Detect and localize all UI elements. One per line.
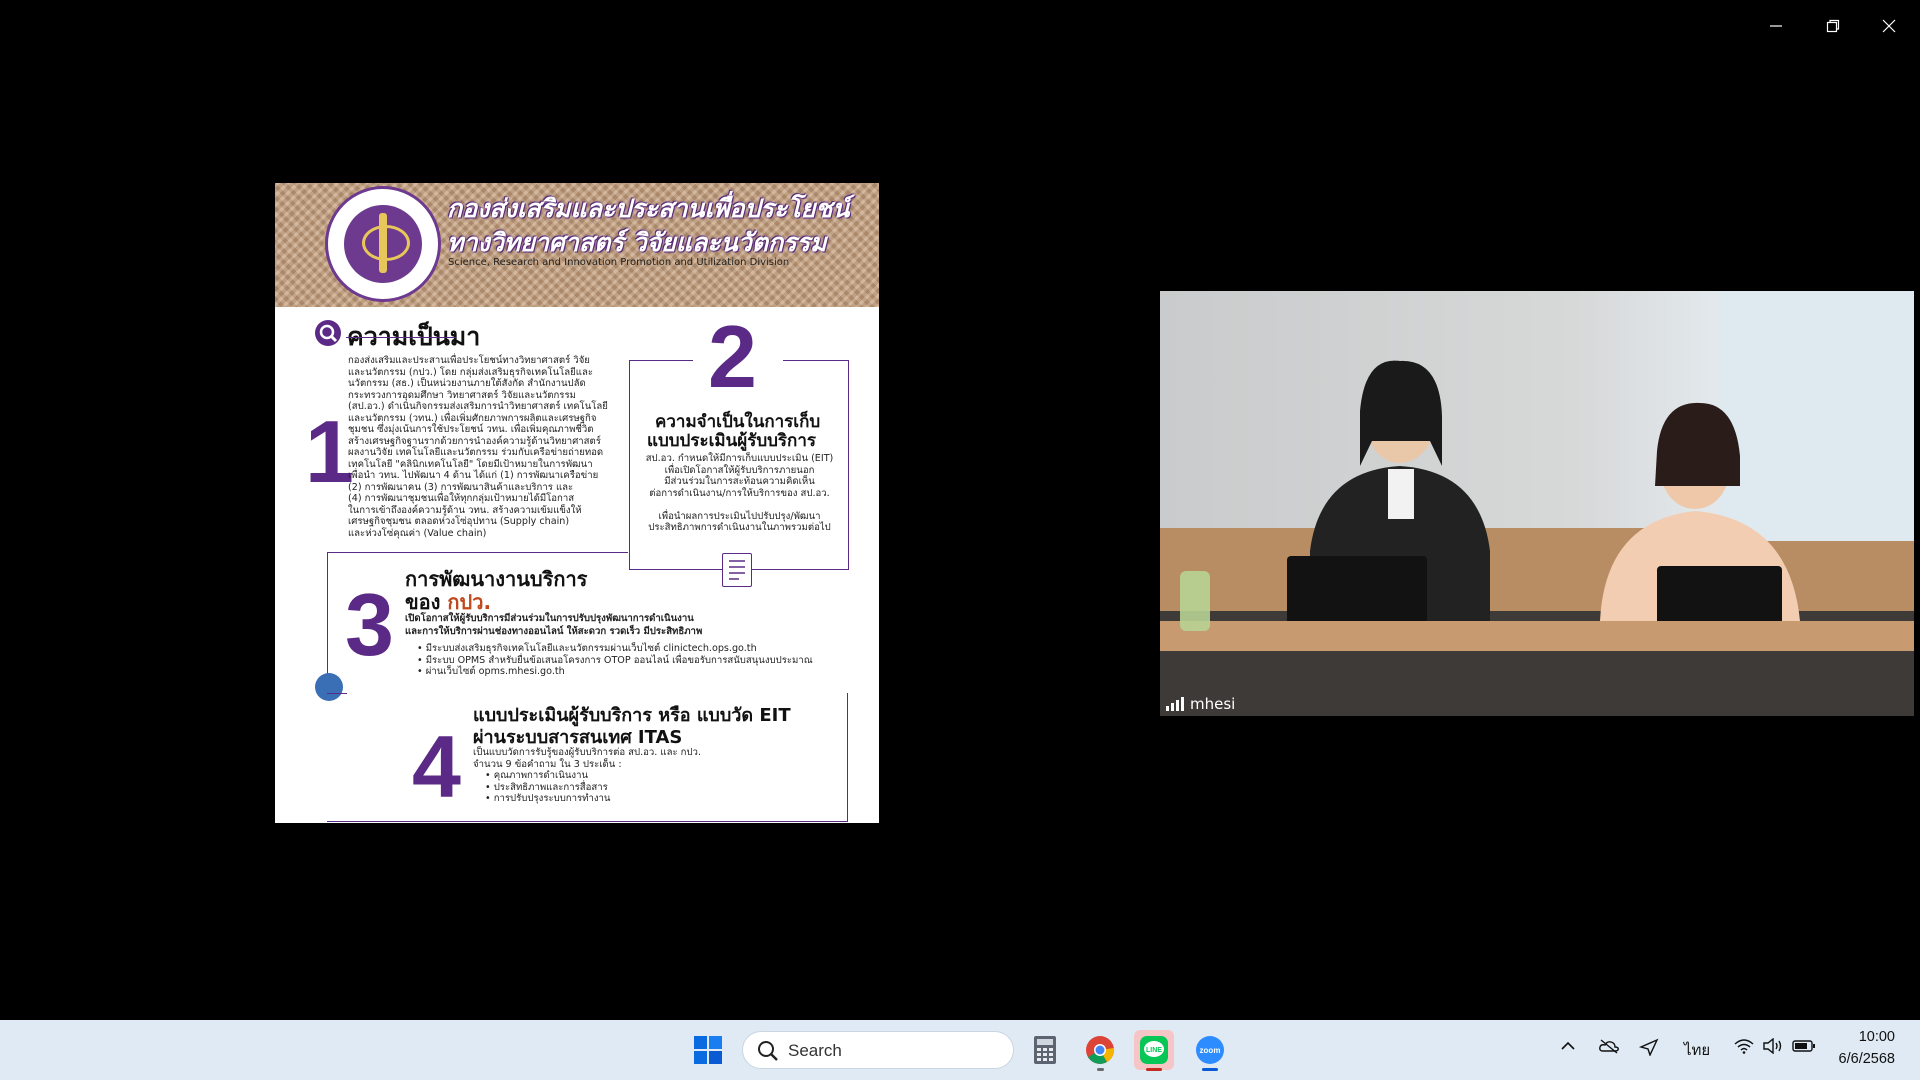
section4-bullets: • คุณภาพการดำเนินงาน • ประสิทธิภาพและการส… — [473, 770, 813, 805]
close-button[interactable] — [1869, 10, 1909, 42]
restore-icon — [1826, 19, 1840, 33]
section1-underline — [346, 337, 456, 338]
section2-number: 2 — [708, 307, 757, 406]
speaker-icon — [1763, 1037, 1782, 1055]
svg-text:zoom: zoom — [1200, 1046, 1221, 1055]
cloud-offline-icon — [1599, 1039, 1619, 1054]
section3-bullets: • มีระบบส่งเสริมธุรกิจเทคโนโลยีและนวัตกร… — [417, 643, 837, 678]
document-checklist-icon — [722, 553, 752, 587]
language-indicator[interactable]: ไทย — [1684, 1038, 1710, 1062]
minimize-button[interactable] — [1756, 10, 1796, 42]
bullet-item: • มีระบบ OPMS สำหรับยื่นข้อเสนอโครงการ O… — [417, 654, 813, 666]
text-line: และนวัตกรรม (กปว.) โดย กลุ่มส่งเสริมธุรก… — [348, 366, 594, 378]
video-frame — [1160, 291, 1914, 716]
line-icon: LINE — [1140, 1036, 1168, 1064]
onedrive-button[interactable] — [1598, 1038, 1620, 1058]
text-line: ต่อการดำเนินงาน/การให้บริการของ สป.อว. — [649, 487, 830, 499]
chrome-icon — [1086, 1036, 1115, 1064]
calculator-icon — [1034, 1036, 1056, 1064]
signal-strength-icon — [1166, 697, 1184, 711]
bullet-item: • ผ่านเว็บไซต์ opms.mhesi.go.th — [417, 666, 565, 677]
text-line: กระทรวงการอุดมศึกษา วิทยาศาสตร์ วิจัยและ… — [348, 389, 576, 401]
section3-lead-2: และการให้บริการผ่านช่องทางออนไลน์ ให้สะด… — [405, 626, 703, 637]
section2-text: สป.อว. กำหนดให้มีการเก็บแบบประเมิน (EIT)… — [637, 453, 842, 534]
section3-title-accent: กปว. — [447, 590, 492, 614]
section3-number: 3 — [345, 575, 394, 674]
text-line: และนวัตกรรม (วทน.) เพื่อเพิ่มศักยภาพการผ… — [348, 412, 597, 424]
participant-video[interactable]: mhesi — [1160, 291, 1914, 716]
ministry-logo — [325, 186, 441, 302]
text-line: ประสิทธิภาพการดำเนินงานในภาพรวมต่อไป — [648, 522, 831, 533]
bullet-item: • มีระบบส่งเสริมธุรกิจเทคโนโลยีและนวัตกร… — [417, 643, 757, 654]
bullet-item: • คุณภาพการดำเนินงาน — [485, 770, 589, 781]
minimize-icon — [1770, 25, 1782, 27]
text-line: เป็นแบบวัดการรับรู้ของผู้รับบริการต่อ สป… — [473, 747, 701, 758]
section3-lead-1: เปิดโอกาสให้ผู้รับบริการมีส่วนร่วมในการป… — [405, 613, 694, 624]
show-hidden-icons-button[interactable] — [1560, 1038, 1576, 1058]
wifi-icon — [1734, 1039, 1754, 1054]
close-icon — [1882, 19, 1896, 33]
chevron-up-icon — [1561, 1041, 1575, 1050]
location-icon — [1638, 1038, 1659, 1057]
chrome-app[interactable] — [1080, 1030, 1120, 1071]
header-subtitle: Science, Research and Innovation Promoti… — [448, 257, 790, 268]
search-label: Search — [788, 1041, 842, 1060]
text-line: (2) การพัฒนาคน (3) การพัฒนาสินค้าและบริก… — [348, 481, 574, 493]
section1-number: 1 — [305, 402, 354, 501]
bullet-item: • ประสิทธิภาพและการสื่อสาร — [485, 781, 608, 793]
start-button[interactable] — [688, 1030, 728, 1070]
section4-number: 4 — [412, 717, 461, 816]
search-icon — [315, 320, 341, 346]
text-line: (สป.อว.) ดำเนินกิจกรรมส่งเสริมการนำวิทยา… — [348, 401, 608, 412]
text-line: เพื่อนำผลการประเมินไปปรับปรุง/พัฒนา — [658, 510, 821, 522]
clock-date[interactable]: 6/6/2568 — [1839, 1051, 1895, 1067]
text-line: สป.อว. กำหนดให้มีการเก็บแบบประเมิน (EIT) — [645, 453, 834, 464]
slide: กองส่งเสริมและประสานเพื่อประโยชน์ ทางวิท… — [275, 183, 879, 823]
section4-text: เป็นแบบวัดการรับรู้ของผู้รับบริการต่อ สป… — [473, 747, 813, 805]
volume-button[interactable] — [1762, 1037, 1784, 1058]
wifi-button[interactable] — [1734, 1038, 1754, 1058]
section2-title-line2: แบบประเมินผู้รับบริการ — [647, 431, 817, 451]
zoom-app[interactable]: zoom — [1190, 1030, 1230, 1071]
shared-screen: กองส่งเสริมและประสานเพื่อประโยชน์ ทางวิท… — [9, 183, 1146, 823]
text-line: และห่วงโซ่คุณค่า (Value chain) — [348, 527, 487, 539]
text-line: ชุมชน ซึ่งมุ่งเน้นการใช้ประโยชน์ วทน. เพ… — [348, 424, 594, 435]
participant-name: mhesi — [1190, 695, 1236, 713]
text-line: เทคโนโลยี "คลินิกเทคโนโลยี" โดยมีเป้าหมา… — [348, 458, 593, 470]
battery-icon — [1792, 1040, 1815, 1052]
svg-text:LINE: LINE — [1146, 1047, 1162, 1054]
bullet-item: • การปรับปรุงระบบการทำงาน — [485, 793, 611, 804]
text-line: ในการเข้าถึงองค์ความรู้ด้าน วทน. สร้างคว… — [348, 504, 582, 516]
section1-text: กองส่งเสริมและประสานเพื่อประโยชน์ทางวิทย… — [348, 355, 638, 539]
taskbar-search[interactable]: Search — [742, 1031, 1014, 1069]
text-line: นวัตกรรม (สธ.) เป็นหน่วยงานภายใต้สังกัด … — [348, 378, 586, 389]
text-line: จำนวน 9 ข้อคำถาม ใน 3 ประเด็น : — [473, 758, 622, 770]
text-line: สร้างเศรษฐกิจฐานรากด้วยการนำองค์ความรู้ด… — [348, 435, 601, 447]
text-line: (4) การพัฒนาชุมชนเพื่อให้ทุกกลุ่มเป้าหมา… — [348, 493, 575, 504]
section3-title-prefix: ของ — [405, 590, 441, 614]
text-line: มีส่วนร่วมในการสะท้อนความคิดเห็น — [664, 476, 815, 487]
text-line: ผลงานวิจัย เทคโนโลยีและนวัตกรรม ร่วมกับเ… — [348, 447, 604, 458]
line-app[interactable]: LINE — [1134, 1030, 1174, 1071]
location-button[interactable] — [1638, 1038, 1660, 1060]
restore-button[interactable] — [1813, 10, 1853, 42]
clock-time[interactable]: 10:00 — [1859, 1029, 1895, 1045]
text-line — [637, 499, 842, 511]
text-line: เพื่อเปิดโอกาสให้ผู้รับบริการภายนอก — [664, 464, 815, 476]
taskbar: Search LINE zoom ไทย 10:00 6/6/2568 — [0, 1020, 1920, 1080]
battery-button[interactable] — [1792, 1038, 1816, 1058]
text-line: เพื่อนำ วทน. ไปพัฒนา 4 ด้าน ได้แก่ (1) ก… — [348, 470, 599, 481]
text-line: กองส่งเสริมและประสานเพื่อประโยชน์ทางวิทย… — [348, 355, 590, 366]
text-line: เศรษฐกิจชุมชน ตลอดห่วงโซ่อุปทาน (Supply … — [348, 516, 570, 527]
slide-header: กองส่งเสริมและประสานเพื่อประโยชน์ ทางวิท… — [275, 183, 879, 307]
windows-logo-icon — [694, 1036, 722, 1064]
search-icon — [758, 1041, 778, 1061]
zoom-icon: zoom — [1196, 1036, 1224, 1064]
calculator-app[interactable] — [1025, 1030, 1065, 1070]
